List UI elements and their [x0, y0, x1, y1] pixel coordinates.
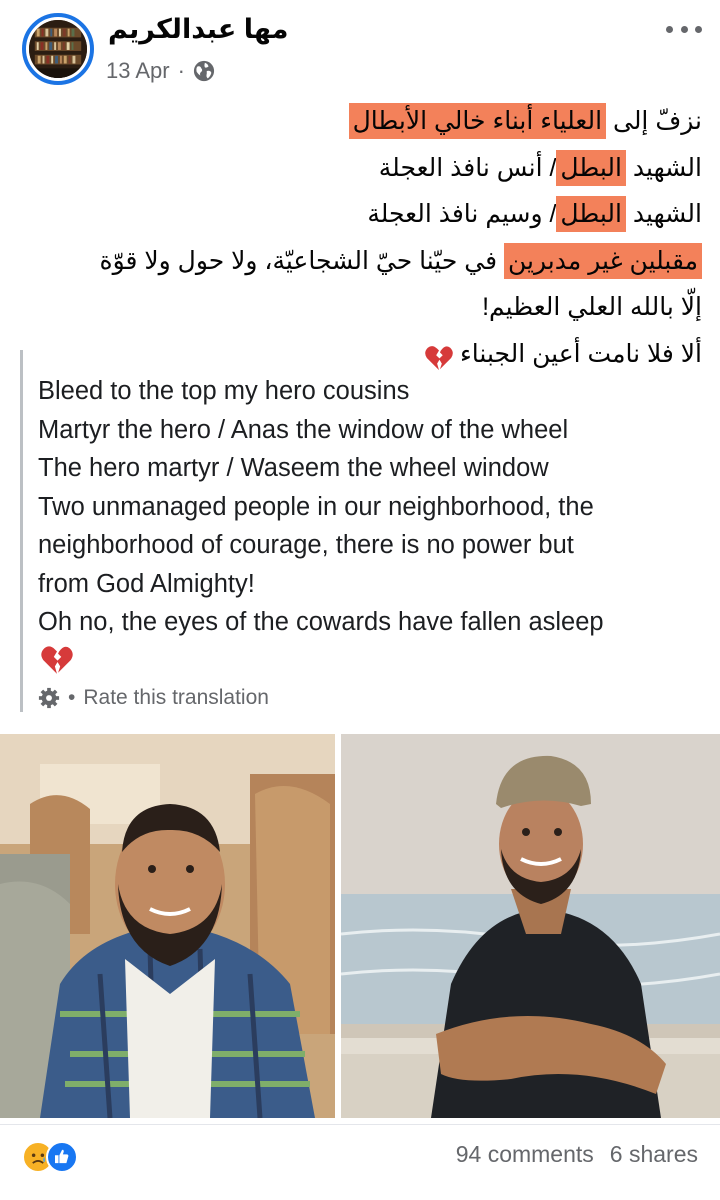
facebook-post: مها عبدالكريم 13 Apr · نزفّ إلى العلياء … — [0, 0, 720, 1200]
author-name[interactable]: مها عبدالكريم — [108, 14, 288, 45]
engagement-stats: 94 comments 6 shares — [456, 1141, 698, 1168]
more-dot — [666, 25, 673, 33]
reaction-summary[interactable] — [22, 1141, 82, 1173]
highlighted-text: مقبلين غير مدبرين — [504, 242, 702, 279]
text-segment: الشهيد — [625, 200, 702, 228]
rate-separator: • — [68, 685, 76, 709]
text-segment: / وسيم نافذ العجلة — [367, 200, 557, 228]
post-meta: 13 Apr · — [106, 56, 215, 86]
post-photos — [0, 734, 720, 1118]
author-avatar[interactable] — [22, 13, 94, 85]
highlighted-text: البطل — [556, 196, 626, 232]
globe-icon — [193, 60, 215, 82]
translation-line: The hero martyr / Waseem the wheel windo… — [38, 454, 549, 482]
comments-count[interactable]: 94 comments — [456, 1141, 594, 1168]
photo-man-at-seaside[interactable] — [341, 734, 720, 1118]
post-arabic-text: نزفّ إلى العلياء أبناء خالي الأبطال الشه… — [40, 98, 702, 377]
shares-count[interactable]: 6 shares — [610, 1141, 698, 1168]
translation-line: neighborhood of courage, there is no pow… — [38, 531, 574, 559]
arabic-line-3: الشهيد البطل/ وسيم نافذ العجلة — [40, 191, 702, 238]
text-segment: الشهيد — [625, 153, 702, 182]
translation-block: Bleed to the top my hero cousins Martyr … — [20, 350, 710, 712]
post-date[interactable]: 13 Apr — [106, 58, 170, 84]
rate-translation-link[interactable]: Rate this translation — [83, 686, 269, 710]
broken-heart-icon — [40, 644, 74, 676]
arabic-line-1: نزفّ إلى العلياء أبناء خالي الأبطال — [40, 98, 702, 145]
post-footer: 94 comments 6 shares — [0, 1124, 720, 1200]
more-dot — [695, 25, 702, 33]
gear-icon[interactable] — [38, 687, 60, 709]
text-segment: / أنس نافذ العجلة — [378, 153, 557, 182]
translation-line: from God Almighty! — [38, 569, 255, 598]
translated-text: Bleed to the top my hero cousins Martyr … — [38, 350, 710, 642]
arabic-line-5: إلّا بالله العلي العظيم! — [482, 293, 702, 321]
like-reaction-icon — [46, 1141, 78, 1173]
highlighted-text: البطل — [556, 149, 626, 186]
translation-line: Martyr the hero / Anas the window of the… — [38, 415, 569, 444]
avatar-image — [29, 20, 87, 78]
more-options-button[interactable] — [666, 16, 702, 42]
post-header: مها عبدالكريم 13 Apr · — [0, 0, 720, 96]
photo-man-in-plaid-shirt[interactable] — [0, 734, 335, 1118]
meta-separator: · — [177, 58, 185, 83]
text-segment: نزفّ إلى — [606, 107, 702, 135]
more-dot — [680, 25, 688, 33]
arabic-line-2: الشهيد البطل/ أنس نافذ العجلة — [40, 145, 702, 192]
translation-line: Two unmanaged people in our neighborhood… — [38, 492, 594, 521]
translation-line: Bleed to the top my hero cousins — [38, 377, 410, 405]
translation-line: Oh no, the eyes of the cowards have fall… — [38, 608, 604, 636]
text-segment: في حيّنا حيّ الشجاعيّة، ولا حول ولا قوّة — [99, 246, 504, 275]
highlighted-text: العلياء أبناء خالي الأبطال — [348, 103, 607, 139]
rate-translation-row: • Rate this translation — [38, 686, 710, 710]
arabic-line-4: مقبلين غير مدبرين في حيّنا حيّ الشجاعيّة… — [40, 238, 702, 285]
